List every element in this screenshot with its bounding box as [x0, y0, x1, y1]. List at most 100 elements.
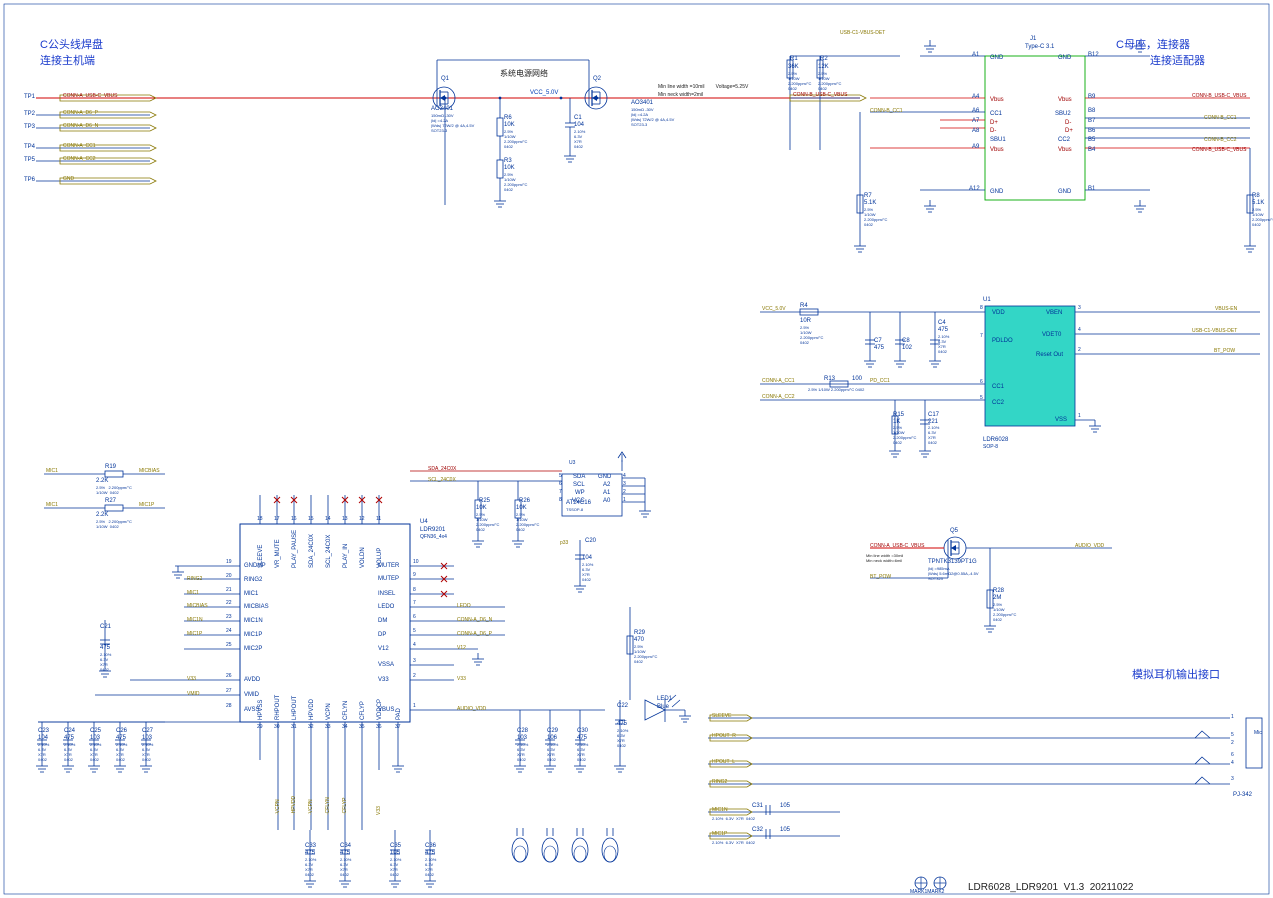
jack-p6: 6 — [1231, 752, 1234, 758]
u1-p6: 6 — [980, 379, 983, 385]
r27-ref: R27 — [105, 498, 116, 504]
u3-p1: 1 — [623, 497, 626, 503]
jack-mic: Mic — [1254, 730, 1262, 736]
r25-ref: R25 — [479, 498, 490, 504]
jack-p5: 5 — [1231, 732, 1234, 738]
jack-ring2: RING2 — [712, 779, 727, 785]
c32-ref: C32 — [752, 827, 763, 833]
j1-a9: A9 — [972, 144, 979, 150]
q1-pn: AO3401 — [431, 106, 453, 112]
c28-ref: C28 — [517, 728, 528, 734]
jack-p2: 2 — [1231, 740, 1234, 746]
j1-cc1: CC1 — [990, 111, 1002, 117]
c34-val: 475 — [340, 850, 350, 856]
tp6-net: GND — [63, 176, 74, 182]
jack-sleeve: SLEEVE — [712, 713, 731, 719]
j1-dn2: D- — [1065, 120, 1071, 126]
tp2: TP2 — [24, 111, 35, 117]
q5-pn: TPNTK3139PT1G — [928, 559, 977, 565]
q2-pn: AO3401 — [631, 100, 653, 106]
r4-tol: 2.5% 1/10W 2.200ppm/°C 0402 — [800, 325, 823, 345]
r7-tol: 2.5% 1/10W 2.200ppm/°C 0402 — [864, 207, 887, 227]
jack-ref: PJ-342 — [1233, 792, 1252, 798]
c21-spec: 2.10% 6.3V X7R 0402 — [100, 652, 111, 672]
u1-p7: 7 — [980, 333, 983, 339]
c35-ref: C35 — [390, 843, 401, 849]
vbus-note2: Min neck width=2mil — [658, 92, 703, 98]
jack-hpl: HPOUT_L — [712, 759, 735, 765]
u1-cc1: CC1 — [992, 384, 1004, 390]
c34-spec: 2.10% 6.3V X7R 0402 — [340, 857, 351, 877]
r7-ref: R7 — [864, 193, 872, 199]
c32-tol: 2.10% 6.3V X7R 0402 — [712, 840, 755, 845]
u1-p2: 2 — [1078, 347, 1081, 353]
u3-gnd: GND — [598, 474, 611, 480]
j1-vbus1: Vbus — [990, 97, 1004, 103]
u4-ref: U4 — [420, 519, 428, 525]
sda-net: SDA_24C0X — [428, 466, 456, 472]
j1-gnd2: GND — [990, 189, 1003, 195]
u1-vben: VBEN — [1046, 310, 1062, 316]
c4-val: 475 — [938, 327, 948, 333]
r13-val: 100 — [852, 376, 862, 382]
q5-out: AUDIO_VDD — [1075, 543, 1104, 549]
r8-tol: 2.5% 1/10W 2.200ppm/°C 0402 — [1252, 207, 1273, 227]
c22-val: 475 — [617, 721, 627, 727]
r15-ref: R15 — [893, 412, 904, 418]
c22-ref: C22 — [617, 703, 628, 709]
c36-spec: 2.10% 6.3V X7R 0402 — [425, 857, 436, 877]
jack-p4: 4 — [1231, 760, 1234, 766]
j1-vbus4: Vbus — [1058, 147, 1072, 153]
j1-sbu2: SBU2 — [1055, 111, 1071, 117]
r4-val: 10R — [800, 318, 811, 324]
c20-val: 104 — [582, 555, 592, 561]
c31-val: 105 — [780, 803, 790, 809]
r1-ref: R1 — [790, 56, 798, 62]
c20-spec: 2.10% 6.3V X7R 0402 — [582, 562, 593, 582]
r2-tol: 2.5% 1/10W 2.200ppm/°C 0402 — [818, 71, 841, 91]
r26-ref: R26 — [519, 498, 530, 504]
u3-wp: WP — [575, 490, 585, 496]
c1-ref: C1 — [574, 115, 582, 121]
u1-p8: 8 — [980, 305, 983, 311]
c4-spec: 2.10% 6.3V X7R 0402 — [938, 334, 949, 354]
c-recept-title: C母座，连接器 — [1116, 36, 1190, 52]
j1-sbu1: SBU1 — [990, 137, 1006, 143]
mic1p-net: MIC1P — [139, 502, 154, 508]
c30-ref: C30 — [577, 728, 588, 734]
u1-pn: LDR6028 — [983, 437, 1008, 443]
q5-gate: BT_POW — [870, 574, 891, 580]
c1-val: 104 — [574, 122, 584, 128]
c8-val: 102 — [902, 345, 912, 351]
c30-val: 475 — [577, 735, 587, 741]
u4-pn: LDR9201 — [420, 527, 445, 533]
u1-det: USB-C1-VBUS-DET — [1192, 328, 1237, 334]
r26-tol: 2.5% 1/10W 2.200ppm/°C 0402 — [516, 512, 539, 532]
r8-val: 5.1K — [1252, 200, 1264, 206]
connb-cc1: CONN-B_CC1 — [1204, 115, 1237, 121]
r19-ref: R19 — [105, 464, 116, 470]
u1-pdldo: PDLDO — [992, 338, 1013, 344]
r6-tol: 2.5% 1/10W 2.200ppm/°C 0402 — [504, 129, 527, 149]
r28-ref: R28 — [993, 588, 1004, 594]
u1-p5: 5 — [980, 395, 983, 401]
vbus-note1: Min line width =10mil Voltage=5.25V — [658, 84, 748, 90]
c33-ref: C33 — [305, 843, 316, 849]
j1-b12: B12 — [1088, 52, 1099, 58]
c36-ref: C36 — [425, 843, 436, 849]
c35-val: 105 — [390, 850, 400, 856]
r29-tol: 2.5% 1/10W 2.200ppm/°C 0402 — [634, 644, 657, 664]
r2-val: 12K — [818, 64, 829, 70]
connb-vbus2: CONN-B_USB-C_VBUS — [1192, 147, 1246, 153]
tp3: TP3 — [24, 124, 35, 130]
c22-spec: 2.10% 6.3V X7R 0402 — [617, 728, 628, 748]
connb-cc1-l: CONN-B_CC1 — [870, 108, 903, 114]
r27-val: 2.2K — [96, 512, 108, 518]
r3-tol: 2.5% 1/10W 2.200ppm/°C 0402 — [504, 172, 527, 192]
u3-sda: SDA — [573, 474, 585, 480]
tp5-net: CONN-A_CC2 — [63, 156, 96, 162]
u1-p1: 1 — [1078, 413, 1081, 419]
r29-ref: R29 — [634, 630, 645, 636]
r19-tol: 2.5% 2.200ppm/°C 1/10W 0402 — [96, 485, 132, 495]
j1-gnd1: GND — [990, 55, 1003, 61]
